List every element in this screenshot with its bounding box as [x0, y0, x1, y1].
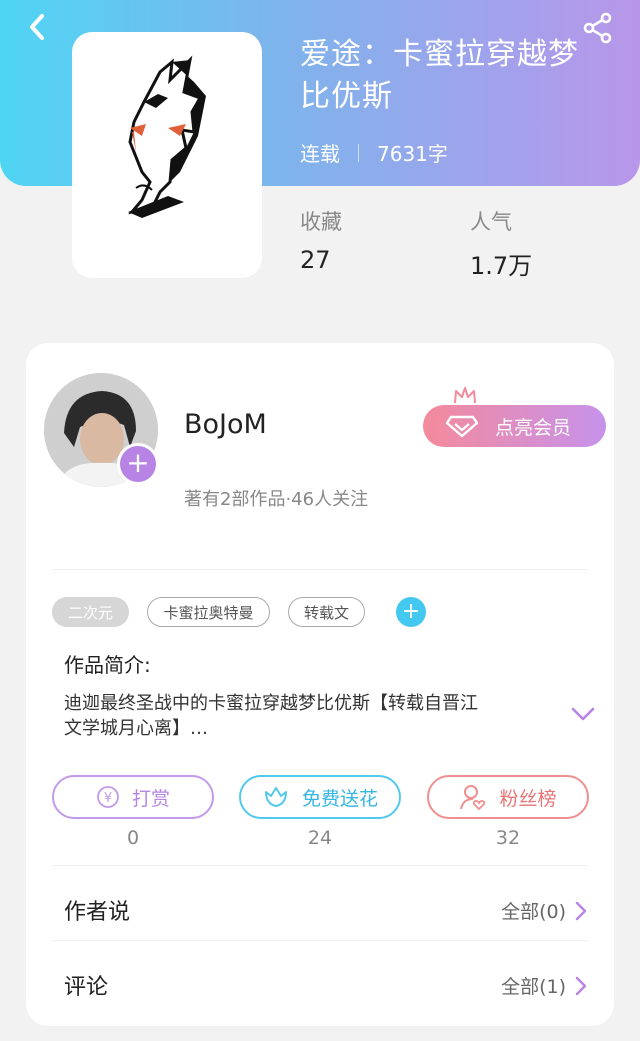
word-count: 7631字 — [377, 142, 448, 166]
serial-status: 连载 — [300, 142, 340, 166]
fan-count: 32 — [495, 827, 521, 849]
flower-count: 24 — [307, 827, 333, 849]
author-says-label: 作者说 — [64, 900, 131, 925]
comments-all: 全部(1) — [501, 976, 566, 998]
book-status-row: 连载 7631字 — [300, 138, 448, 167]
add-tag-plus-icon[interactable]: + — [396, 597, 426, 627]
author-says-all: 全部(0) — [501, 901, 566, 923]
author-name[interactable]: BoJoM — [184, 409, 267, 440]
vip-member-label: 点亮会员 — [495, 416, 572, 439]
back-arrow-icon[interactable] — [22, 10, 56, 44]
popularity-value: 1.7万 — [470, 252, 533, 280]
fan-ranking-button[interactable]: 粉丝榜 — [427, 775, 589, 819]
tip-label: 打赏 — [131, 787, 170, 810]
chevron-down-icon[interactable] — [570, 705, 596, 723]
tag-pill[interactable]: 卡蜜拉奥特曼 — [147, 597, 270, 627]
author-divider — [52, 569, 588, 570]
send-flower-button[interactable]: 免费送花 — [239, 775, 401, 819]
favorites-value: 27 — [300, 246, 331, 274]
intro-label: 作品简介: — [64, 653, 151, 677]
popularity-label: 人气 — [470, 210, 512, 234]
chevron-right-icon — [575, 901, 587, 920]
tag-pill[interactable]: 二次元 — [52, 597, 129, 627]
svg-text:¥: ¥ — [104, 791, 112, 806]
diamond-icon — [445, 415, 479, 438]
cover-artwork — [128, 55, 206, 218]
crown-icon — [454, 387, 476, 404]
book-cover[interactable] — [72, 32, 262, 278]
book-title: 爱途：卡蜜拉穿越梦比优斯 — [300, 37, 579, 114]
tag-pill[interactable]: 转载文 — [288, 597, 365, 627]
actions-divider — [52, 865, 588, 866]
comments-link[interactable]: 全部(1) — [501, 972, 588, 999]
book-detail-card: + BoJoM 著有2部作品·46人关注 点亮会员 二次元 卡蜜拉奥特曼 转载文… — [26, 343, 614, 1026]
flower-icon — [264, 787, 287, 807]
tip-count: 0 — [126, 827, 140, 849]
tip-button[interactable]: ¥ 打赏 — [52, 775, 214, 819]
author-meta: 著有2部作品·46人关注 — [184, 489, 369, 510]
status-divider — [358, 143, 359, 162]
author-says-link[interactable]: 全部(0) — [501, 897, 588, 924]
favorites-label: 收藏 — [300, 210, 342, 234]
fan-ranking-label: 粉丝榜 — [499, 787, 557, 810]
chevron-right-icon — [575, 976, 587, 995]
intro-text: 迪迦最终圣战中的卡蜜拉穿越梦比优斯【转载自晋江文学城月心离】… — [64, 693, 478, 739]
send-flower-label: 免费送花 — [301, 787, 378, 810]
section-divider — [52, 940, 588, 941]
fan-user-icon — [460, 785, 486, 811]
vip-member-button[interactable]: 点亮会员 — [423, 405, 606, 447]
comments-label: 评论 — [64, 975, 109, 1000]
yen-coin-icon: ¥ — [97, 786, 119, 808]
follow-author-plus-icon[interactable]: + — [117, 443, 159, 485]
